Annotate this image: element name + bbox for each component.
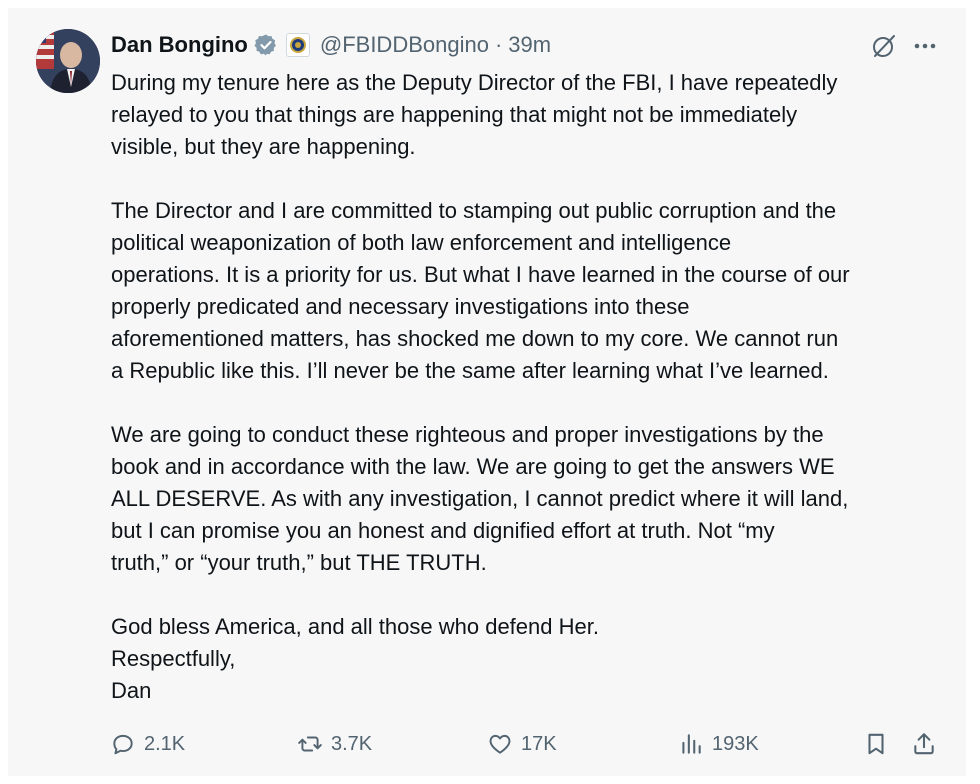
bookmark-button[interactable] [863,724,889,764]
views-count: 193K [712,732,759,755]
tweet-text: During my tenure here as the Deputy Dire… [111,67,946,707]
text-line: Respectfully, [111,646,236,671]
heart-icon [489,734,511,754]
author-handle[interactable]: @FBIDDBongino [320,32,489,58]
text-line: During my tenure here as the Deputy Dire… [111,70,838,95]
more-icon[interactable] [911,34,939,58]
paragraph-1: During my tenure here as the Deputy Dire… [111,67,946,163]
reply-button[interactable]: 2.1K [110,724,185,764]
separator-dot: · [494,32,503,57]
tweet-card: Dan Bongino @FBIDDBongino · 39m During m… [8,8,966,776]
avatar[interactable] [36,29,100,93]
verified-badge-icon [254,33,278,57]
action-bar: 2.1K 3.7K 17K 193K [8,724,966,764]
text-line: book and in accordance with the law. We … [111,454,835,479]
fbi-seal-icon[interactable] [285,33,310,57]
grok-icon[interactable] [870,32,898,60]
views-chart-icon [682,734,701,754]
share-button[interactable] [911,724,937,764]
text-line: We are going to conduct these righteous … [111,422,824,447]
bookmark-icon [868,733,884,755]
repost-count: 3.7K [331,732,373,755]
author-name[interactable]: Dan Bongino [111,32,248,58]
like-button[interactable]: 17K [487,724,557,764]
reply-count: 2.1K [144,732,186,755]
text-line: operations. It is a priority for us. But… [111,262,850,287]
like-count: 17K [521,732,557,755]
timestamp[interactable]: 39m [508,32,551,58]
paragraph-2: The Director and I are committed to stam… [111,195,946,387]
repost-button[interactable]: 3.7K [297,724,372,764]
repost-icon [298,736,322,752]
share-icon [914,733,934,755]
paragraph-3: We are going to conduct these righteous … [111,419,946,579]
reply-icon [113,734,133,755]
text-line: truth,” or “your truth,” but THE TRUTH. [111,550,487,575]
text-line: Dan [111,678,152,703]
text-line: relayed to you that things are happening… [111,102,798,127]
text-line: properly predicated and necessary invest… [111,294,690,319]
text-line: The Director and I are committed to stam… [111,198,837,223]
paragraph-4: God bless America, and all those who def… [111,611,946,707]
avatar-image [36,29,100,93]
tweet-header: Dan Bongino @FBIDDBongino · 39m [111,30,551,60]
text-line: political weaponization of both law enfo… [111,230,732,255]
text-line: aforementioned matters, has shocked me d… [111,326,839,351]
views-button[interactable]: 193K [678,724,759,764]
text-line: God bless America, and all those who def… [111,614,599,639]
text-line: visible, but they are happening. [111,134,416,159]
text-line: ALL DESERVE. As with any investigation, … [111,486,849,511]
text-line: a Republic like this. I’ll never be the … [111,358,829,383]
text-line: but I can promise you an honest and dign… [111,518,775,543]
